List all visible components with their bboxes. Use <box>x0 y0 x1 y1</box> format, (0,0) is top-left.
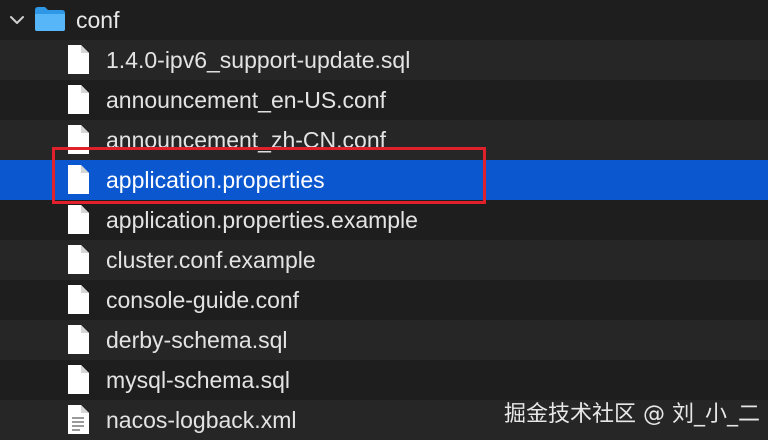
file-row[interactable]: mysql-schema.sql <box>0 360 768 400</box>
file-row[interactable]: 1.4.0-ipv6_support-update.sql <box>0 40 768 80</box>
file-label: console-guide.conf <box>106 287 300 313</box>
document-icon <box>66 324 90 355</box>
file-row[interactable]: application.properties.example <box>0 200 768 240</box>
folder-icon <box>34 6 66 32</box>
document-icon <box>66 284 90 315</box>
file-label: application.properties.example <box>106 207 418 233</box>
file-row[interactable]: console-guide.conf <box>0 280 768 320</box>
file-row[interactable]: announcement_en-US.conf <box>0 80 768 120</box>
document-icon <box>66 164 90 195</box>
file-label: 1.4.0-ipv6_support-update.sql <box>106 47 411 73</box>
folder-row-conf[interactable]: conf <box>0 0 768 40</box>
xml-document-icon <box>66 404 90 435</box>
document-icon <box>66 124 90 155</box>
folder-label: conf <box>76 7 120 33</box>
file-label: announcement_zh-CN.conf <box>106 127 386 153</box>
file-label: nacos-logback.xml <box>106 407 297 433</box>
document-icon <box>66 244 90 275</box>
document-icon <box>66 84 90 115</box>
file-tree: conf 1.4.0-ipv6_support-update.sql annou… <box>0 0 768 440</box>
document-icon <box>66 204 90 235</box>
file-row[interactable]: cluster.conf.example <box>0 240 768 280</box>
file-label: cluster.conf.example <box>106 247 316 273</box>
file-row[interactable]: announcement_zh-CN.conf <box>0 120 768 160</box>
watermark: 掘金技术社区 @ 刘_小_二 <box>504 402 760 427</box>
file-label: mysql-schema.sql <box>106 367 291 393</box>
file-label: application.properties <box>106 167 325 193</box>
file-row-selected[interactable]: application.properties <box>0 160 768 200</box>
file-label: announcement_en-US.conf <box>106 87 387 113</box>
document-icon <box>66 44 90 75</box>
file-label: derby-schema.sql <box>106 327 288 353</box>
chevron-down-icon[interactable] <box>10 10 24 30</box>
file-row[interactable]: derby-schema.sql <box>0 320 768 360</box>
document-icon <box>66 364 90 395</box>
